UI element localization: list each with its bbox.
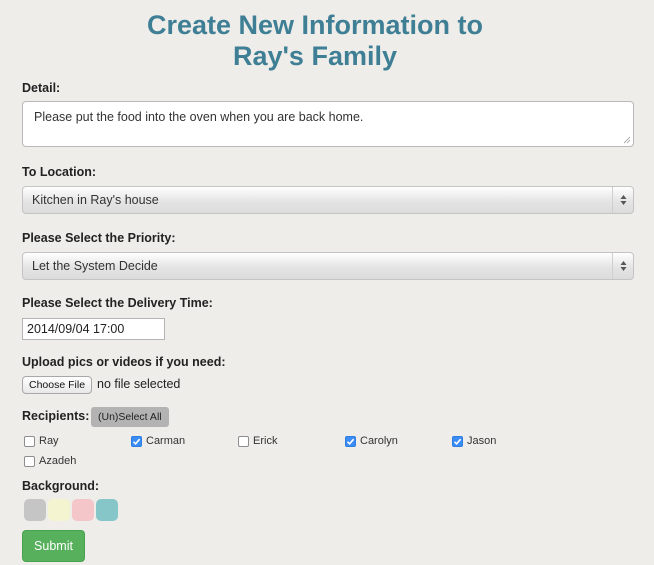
upload-label: Upload pics or videos if you need:	[22, 355, 226, 369]
recipients-label: Recipients:	[22, 409, 90, 423]
delivery-time-value: 2014/09/04 17:00	[27, 322, 125, 336]
recipient-label: Ray	[39, 435, 59, 447]
recipient-label: Azadeh	[39, 455, 77, 467]
recipient-checkbox-carolyn[interactable]: Carolyn	[345, 435, 398, 448]
background-swatch-yellow[interactable]	[48, 499, 70, 521]
delivery-time-input[interactable]: 2014/09/04 17:00	[22, 318, 165, 340]
checkbox-checked-icon[interactable]	[345, 436, 356, 447]
priority-select[interactable]: Let the System Decide	[22, 252, 634, 280]
priority-select-value: Let the System Decide	[32, 259, 158, 273]
checkbox-icon[interactable]	[24, 436, 35, 447]
checkbox-checked-icon[interactable]	[452, 436, 463, 447]
checkbox-checked-icon[interactable]	[131, 436, 142, 447]
recipient-label: Jason	[467, 435, 497, 447]
background-swatch-teal[interactable]	[96, 499, 118, 521]
detail-text: Please put the food into the oven when y…	[34, 110, 364, 124]
detail-textarea[interactable]: Please put the food into the oven when y…	[22, 101, 634, 147]
recipient-checkbox-jason[interactable]: Jason	[452, 435, 496, 448]
detail-label: Detail:	[22, 81, 61, 95]
background-swatch-pink[interactable]	[72, 499, 94, 521]
location-select-value: Kitchen in Ray's house	[32, 193, 159, 207]
checkbox-icon[interactable]	[24, 456, 35, 467]
page-title-line-2: Ray's Family	[232, 41, 397, 71]
location-select[interactable]: Kitchen in Ray's house	[22, 186, 634, 214]
select-all-button[interactable]: (Un)Select All	[91, 407, 169, 427]
background-swatch-gray[interactable]	[24, 499, 46, 521]
checkbox-icon[interactable]	[238, 436, 249, 447]
recipient-checkbox-azadeh[interactable]: Azadeh	[24, 455, 76, 468]
recipient-label: Carman	[146, 435, 186, 447]
recipient-label: Erick	[253, 435, 278, 447]
background-label: Background:	[22, 479, 100, 493]
resize-grip-icon[interactable]	[623, 136, 631, 144]
recipient-checkbox-erick[interactable]: Erick	[238, 435, 277, 448]
page-title: Create New Information to Ray's Family	[0, 10, 630, 72]
select-arrows-icon	[612, 253, 633, 279]
delivery-time-label: Please Select the Delivery Time:	[22, 296, 213, 310]
choose-file-button[interactable]: Choose File	[22, 376, 93, 394]
file-status-text: no file selected	[97, 377, 181, 391]
recipient-checkbox-ray[interactable]: Ray	[24, 435, 59, 448]
recipient-checkbox-carman[interactable]: Carman	[131, 435, 185, 448]
select-arrows-icon	[612, 187, 633, 213]
page-title-line-1: Create New Information to	[146, 10, 484, 40]
priority-label: Please Select the Priority:	[22, 231, 176, 245]
recipient-label: Carolyn	[360, 435, 398, 447]
submit-button[interactable]: Submit	[22, 530, 85, 562]
location-label: To Location:	[22, 165, 97, 179]
